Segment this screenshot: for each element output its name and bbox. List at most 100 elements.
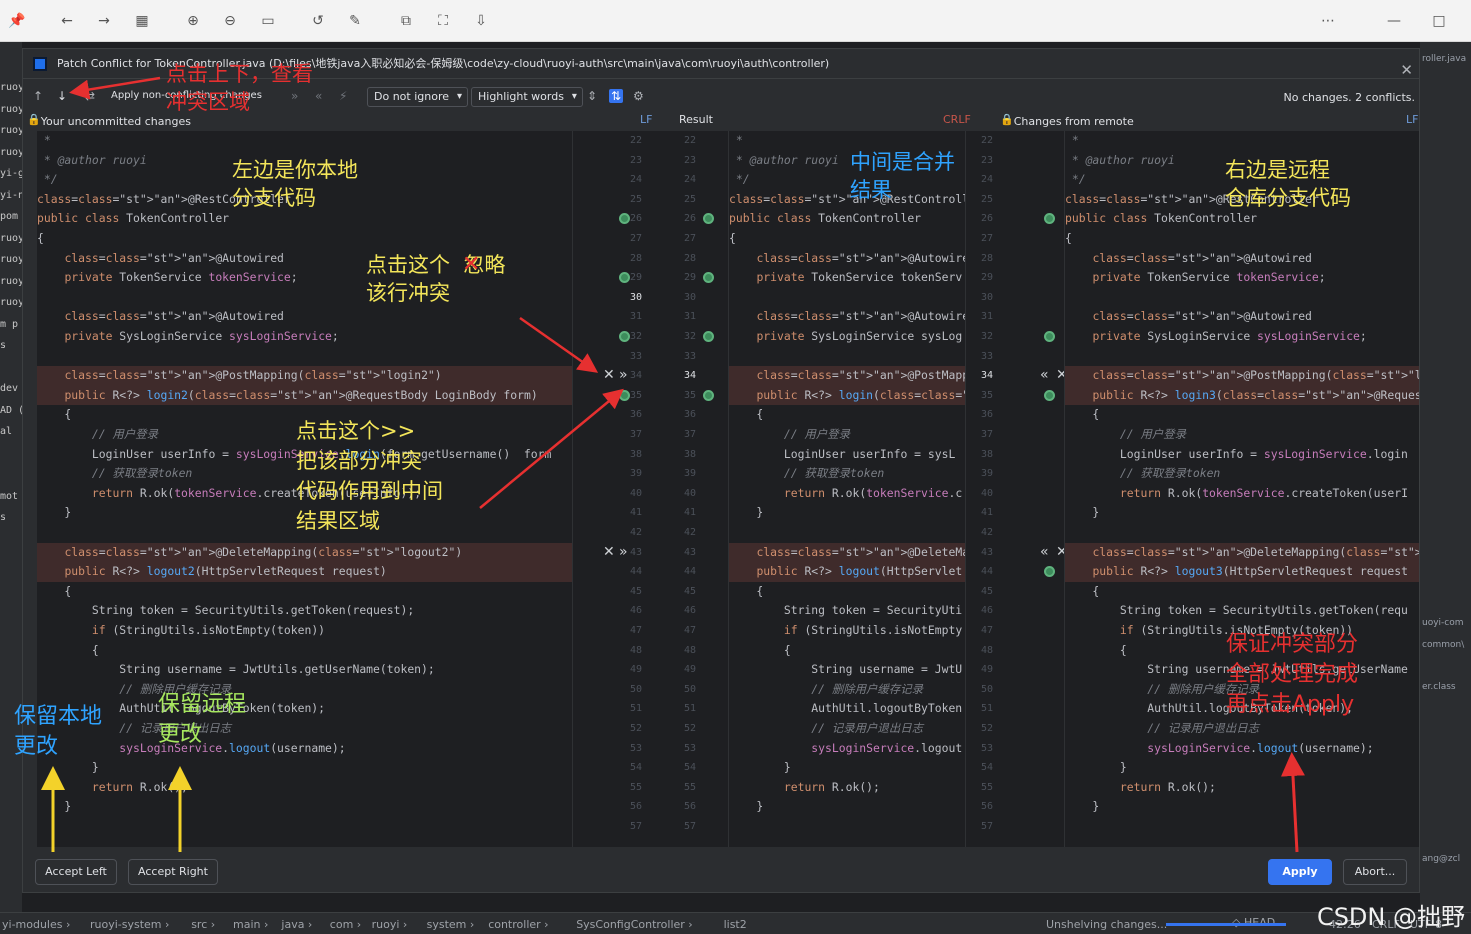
prev-conflict-icon[interactable]: ↑ [33,89,43,103]
apply-right-conflict-icon[interactable]: « [1040,367,1049,383]
annotation-mid-desc: 中间是合并 结果 [850,150,955,202]
ignore-left-conflict-icon[interactable]: ✕ [603,367,615,383]
project-tree-item[interactable]: yi-g [0,168,22,179]
annotation-right-desc: 右边是远程 仓库分支代码 [1225,158,1351,210]
crop-icon[interactable]: ⛶ [432,10,454,32]
edit-icon[interactable]: ✎ [344,10,366,32]
project-tree-item[interactable]: ruoy [0,82,22,93]
breadcrumb-item[interactable]: ruoyi › [372,918,408,931]
project-tree-item[interactable]: ruoy [0,233,22,244]
apply-non-conflicting-icon[interactable]: ⇄ [85,89,95,103]
collapse-icon[interactable]: ⇕ [587,89,597,103]
project-tree-item[interactable]: al [0,426,22,437]
code-line: return R.ok(tokenService.createToken(use… [1119,485,1408,500]
code-line: // 用户登录 [1065,427,1186,441]
minimize-icon[interactable]: — [1383,10,1405,32]
line-number: 38 [683,448,697,460]
project-tree-item[interactable]: ruoy [0,147,22,158]
apply-right-conflict2-icon[interactable]: « [1040,544,1049,560]
abort-button[interactable]: Abort... [1343,859,1407,885]
project-tree-item[interactable]: pom [0,211,22,222]
breadcrumb-item[interactable]: src › [191,918,215,931]
ignore-right-conflict2-icon[interactable]: ✕ [1056,544,1064,560]
magic-resolve-icon[interactable]: ⚡ [339,89,347,103]
project-tree-item[interactable]: s [0,340,22,351]
line-number: 39 [980,468,994,480]
maximize-icon[interactable]: □ [1428,10,1450,32]
project-tree-item[interactable]: ruoy [0,276,22,287]
rotate-icon[interactable]: ↺ [307,10,329,32]
zoom-in-icon[interactable]: ⊕ [182,10,204,32]
project-tree-item[interactable]: s [0,512,22,523]
breadcrumb-item[interactable]: ruoyi-system › [90,918,169,931]
breadcrumb-item[interactable]: controller › [488,918,548,931]
line-number: 52 [980,723,994,734]
project-tree-item[interactable]: m p [0,319,22,330]
forward-icon[interactable]: → [93,10,115,32]
code-line: * @author ruoyi [1065,152,1175,167]
code-line: class=class="st">"an">@DeleteMapping(cla… [1065,542,1419,563]
code-line: // 用户登录 [729,427,850,441]
line-number: 33 [980,350,994,362]
code-line: return R.ok(); [783,779,880,794]
right-pane-header: 🔒 Changes from remote [1000,113,1134,128]
line-number: 55 [683,781,697,793]
breadcrumb-item[interactable]: SysConfigController › [576,918,693,931]
code-line: class=class="st">"an">@Autowired [756,250,965,265]
close-icon[interactable]: ✕ [1400,55,1413,78]
code-line: */ [729,172,750,187]
project-tree-item[interactable]: ruoy [0,297,22,308]
code-line: sysLoginService.logout(username); [1147,740,1374,755]
more-icon[interactable]: ⋯ [1317,10,1339,32]
code-line: public class TokenController [729,211,922,226]
apply-right-icon[interactable]: « [315,89,322,103]
line-number: 54 [683,762,697,774]
project-tree-item[interactable]: mot [0,491,22,502]
next-conflict-icon[interactable]: ↓ [57,89,67,103]
right-code-pane[interactable]: * * @author ruoyi */ class=class="st">"an… [1065,131,1419,847]
code-line: { [37,407,72,422]
breadcrumb-item[interactable]: system › [427,918,475,931]
breadcrumb-item[interactable]: list2 [724,918,747,931]
ignore-whitespace-dropdown[interactable]: Do not ignore [367,87,468,107]
annotation-left-desc: 左边是你本地 分支代码 [232,158,358,210]
apply-left-conflict-icon[interactable]: » [619,367,628,383]
apply-button[interactable]: Apply [1268,859,1332,885]
result-code-pane[interactable]: * * @author ruoyi */ class=class="st">"an… [729,131,965,847]
zoom-out-icon[interactable]: ⊖ [219,10,241,32]
project-tree-item[interactable]: ruoy [0,104,22,115]
accept-left-button[interactable]: Accept Left [35,859,117,885]
breadcrumb-item[interactable]: com › [330,918,361,931]
line-number: 28 [980,252,994,264]
highlight-words-dropdown[interactable]: Highlight words [471,87,583,107]
grid-icon[interactable]: ▦ [131,10,153,32]
line-number: 43 [980,546,994,558]
ignore-left-conflict2-icon[interactable]: ✕ [603,544,615,560]
pin-icon[interactable]: 📌 [6,10,28,32]
breadcrumb-item[interactable]: yi-modules › [2,918,70,931]
ocr-icon[interactable]: ⧉ [395,10,417,32]
apply-left-conflict2-icon[interactable]: » [619,544,628,560]
line-number: 40 [980,487,994,499]
project-tree-item[interactable]: ruoy [0,254,22,265]
line-number: 52 [683,723,697,734]
project-tree-item[interactable]: yi-n [0,190,22,201]
breadcrumb-item[interactable]: main › [233,918,268,931]
sync-scroll-icon[interactable]: ⇅ [609,89,624,103]
line-number: 44 [629,566,643,578]
line-number: 40 [683,487,697,499]
settings-icon[interactable]: ⚙ [633,89,644,103]
line-number: 49 [683,664,697,676]
export-icon[interactable]: ⇩ [470,10,492,32]
editor-background-text: er.class [1422,682,1456,692]
ignore-right-conflict-icon[interactable]: ✕ [1056,367,1064,383]
accept-right-button[interactable]: Accept Right [128,859,218,885]
fit-icon[interactable]: ▭ [257,10,279,32]
line-number: 48 [629,644,643,656]
annotation-x-icon: ✕ [462,252,481,277]
project-tree-item[interactable]: ruoy [0,125,22,136]
project-tree-item[interactable]: AD ( [0,405,22,416]
back-icon[interactable]: ← [56,10,78,32]
project-tree-item[interactable]: dev [0,383,22,394]
breadcrumb-item[interactable]: java › [281,918,312,931]
